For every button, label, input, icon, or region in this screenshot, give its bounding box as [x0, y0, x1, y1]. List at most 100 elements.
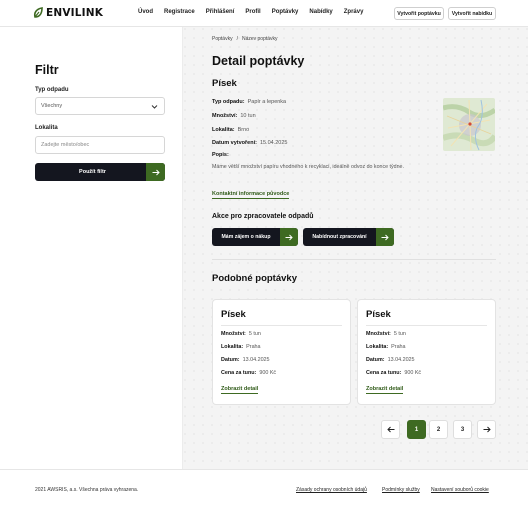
site-footer: 2021 AWSRIS, a.s. Všechna práva vyhrazen…	[0, 469, 528, 505]
field-value: 15.04.2025	[259, 140, 288, 146]
row-label: Množství:	[366, 331, 391, 337]
nav-item-uvod[interactable]: Úvod	[138, 9, 153, 15]
pagination-prev-button[interactable]	[381, 420, 400, 439]
row-label: Datum:	[366, 357, 385, 363]
description-label: Popis:	[212, 152, 229, 158]
nav-item-poptavky[interactable]: Poptávky	[272, 9, 299, 15]
location-placeholder: Zadejte město/obec	[41, 142, 90, 148]
row-label: Lokalita:	[366, 344, 389, 350]
brand-logo[interactable]: ENVILINK	[33, 7, 103, 19]
row-value: Praha	[246, 344, 261, 350]
nav-item-registrace[interactable]: Registrace	[164, 9, 195, 15]
show-detail-link[interactable]: Zobrazit detail	[366, 386, 404, 394]
card-row: Množství: 5 tun	[366, 331, 406, 337]
card-divider	[221, 325, 342, 326]
row-label: Cena za tunu:	[221, 370, 257, 376]
field-label: Množství:	[212, 113, 238, 119]
breadcrumb-current: Název poptávky	[241, 36, 278, 42]
pagination-page-2[interactable]: 2	[429, 420, 448, 439]
offer-processing-button[interactable]: Nabídnout zpracování	[303, 228, 394, 246]
row-label: Lokalita:	[221, 344, 244, 350]
top-navigation-bar: ENVILINK Úvod Registrace Přihlášení Prof…	[0, 0, 528, 27]
field-location: Lokalita: Brno	[212, 127, 249, 133]
apply-filter-button[interactable]: Použít filtr	[35, 163, 165, 181]
breadcrumb-root[interactable]: Poptávky	[212, 36, 233, 42]
show-detail-link[interactable]: Zobrazit detail	[221, 386, 259, 394]
field-value: Papír a lepenka	[247, 99, 287, 105]
page-title: Detail poptávky	[212, 54, 305, 68]
card-row: Datum: 13.04.2025	[221, 357, 270, 363]
similar-request-card: Písek Množství: 5 tun Lokalita: Praha Datu…	[357, 299, 496, 405]
row-value: 5 tun	[248, 331, 261, 337]
nav-item-profil[interactable]: Profil	[245, 9, 260, 15]
location-map[interactable]	[443, 98, 495, 151]
row-value: 13.04.2025	[242, 357, 270, 363]
pagination-next-button[interactable]	[477, 420, 496, 439]
nav-item-nabidky[interactable]: Nabídky	[309, 9, 332, 15]
location-input[interactable]: Zadejte město/obec	[35, 136, 165, 154]
request-detail-main: Poptávky / Název poptávky Detail poptávk…	[183, 27, 528, 469]
card-divider	[366, 325, 487, 326]
filter-title: Filtr	[35, 63, 59, 77]
card-title: Písek	[221, 309, 246, 320]
chevron-down-icon	[151, 105, 158, 109]
cookie-settings-link[interactable]: Nastavení souborů cookie	[431, 487, 489, 493]
card-row: Datum: 13.04.2025	[366, 357, 415, 363]
waste-type-label: Typ odpadu	[35, 87, 69, 93]
field-value: 10 tun	[240, 113, 256, 119]
card-row: Cena za tunu: 900 Kč	[366, 370, 421, 376]
row-label: Cena za tunu:	[366, 370, 402, 376]
field-label: Typ odpadu:	[212, 99, 245, 105]
card-row: Lokalita: Praha	[366, 344, 406, 350]
breadcrumb-separator: /	[236, 36, 238, 42]
section-divider	[212, 259, 496, 260]
arrow-left-icon	[386, 426, 394, 433]
field-quantity: Množství: 10 tun	[212, 113, 256, 119]
arrow-right-icon	[376, 228, 394, 246]
waste-type-select[interactable]: Všechny	[35, 97, 165, 115]
arrow-right-icon	[280, 228, 298, 246]
row-value: 900 Kč	[259, 370, 277, 376]
filter-sidebar: Filtr Typ odpadu Všechny Lokalita Zadejt…	[0, 27, 183, 469]
field-value: Brno	[237, 127, 250, 133]
row-value: 5 tun	[393, 331, 406, 337]
field-created-date: Datum vytvoření: 15.04.2025	[212, 140, 287, 146]
nav-item-zpravy[interactable]: Zprávy	[344, 9, 364, 15]
apply-filter-label: Použít filtr	[79, 169, 106, 175]
terms-of-service-link[interactable]: Podmínky služby	[382, 487, 420, 493]
create-offer-button[interactable]: Vytvořit nabídku	[448, 7, 496, 20]
similar-requests-title: Podobné poptávky	[212, 273, 297, 284]
row-value: 13.04.2025	[387, 357, 415, 363]
main-nav: Úvod Registrace Přihlášení Profil Poptáv…	[138, 9, 363, 15]
row-label: Datum:	[221, 357, 240, 363]
brand-name: ENVILINK	[46, 7, 104, 19]
pagination-page-3[interactable]: 3	[453, 420, 472, 439]
leaf-logo-icon	[33, 7, 43, 18]
copyright-text: 2021 AWSRIS, a.s. Všechna práva vyhrazen…	[35, 487, 139, 493]
interest-purchase-label: Mám zájem o nákup	[221, 234, 271, 240]
row-value: Praha	[391, 344, 406, 350]
nav-item-prihlaseni[interactable]: Přihlášení	[206, 9, 235, 15]
create-request-button[interactable]: Vytvořit poptávku	[394, 7, 444, 20]
contact-info-link[interactable]: Kontaktní informace původce	[212, 191, 290, 199]
pagination-page-1[interactable]: 1	[407, 420, 426, 439]
field-label: Lokalita:	[212, 127, 235, 133]
location-label: Lokalita	[35, 125, 58, 131]
card-title: Písek	[366, 309, 391, 320]
arrow-right-icon	[146, 163, 165, 181]
field-waste-type: Typ odpadu: Papír a lepenka	[212, 99, 286, 105]
row-label: Množství:	[221, 331, 246, 337]
card-row: Lokalita: Praha	[221, 344, 261, 350]
request-location-title: Písek	[212, 78, 237, 89]
arrow-right-icon	[483, 426, 491, 433]
breadcrumb: Poptávky / Název poptávky	[212, 36, 278, 42]
similar-request-card: Písek Množství: 5 tun Lokalita: Praha Datu…	[212, 299, 351, 405]
row-value: 900 Kč	[404, 370, 422, 376]
interest-purchase-button[interactable]: Mám zájem o nákup	[212, 228, 298, 246]
offer-processing-label: Nabídnout zpracování	[312, 234, 367, 240]
field-label: Datum vytvoření:	[212, 140, 257, 146]
description-text: Máme větší množství papíru vhodného k re…	[212, 164, 404, 170]
privacy-policy-link[interactable]: Zásady ochrany osobních údajů	[296, 487, 367, 493]
card-row: Množství: 5 tun	[221, 331, 261, 337]
waste-type-value: Všechny	[41, 103, 63, 109]
